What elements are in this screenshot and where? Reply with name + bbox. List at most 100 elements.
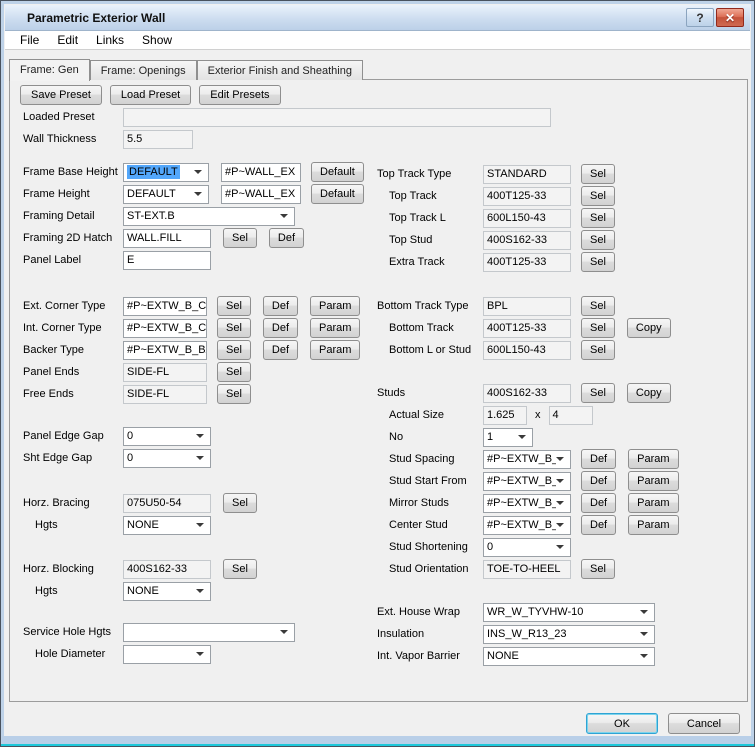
edit-presets-button[interactable]: Edit Presets	[199, 85, 280, 105]
horz-blocking-field[interactable]: 400S162-33	[123, 560, 211, 579]
studs-copy-button[interactable]: Copy	[627, 383, 671, 403]
studs-row: Studs 400S162-33 Sel Copy	[377, 382, 747, 404]
backer-def-button[interactable]: Def	[263, 340, 298, 360]
close-button[interactable]: ✕	[716, 8, 744, 27]
bottom-track-field[interactable]: 400T125-33	[483, 319, 571, 338]
stud-shortening-combo[interactable]: 0	[483, 538, 571, 557]
backer-param-button[interactable]: Param	[310, 340, 360, 360]
mirror-studs-combo[interactable]: #P~EXTW_B_	[483, 494, 571, 513]
frame-base-height-default-button[interactable]: Default	[311, 162, 364, 182]
bottom-l-or-stud-sel-button[interactable]: Sel	[581, 340, 615, 360]
top-stud-field[interactable]: 400S162-33	[483, 231, 571, 250]
ext-house-wrap-combo[interactable]: WR_W_TYVHW-10	[483, 603, 655, 622]
top-track-l-field[interactable]: 600L150-43	[483, 209, 571, 228]
actual-size-depth-field[interactable]: 4	[549, 406, 593, 425]
framing-2d-hatch-sel-button[interactable]: Sel	[223, 228, 257, 248]
bottom-track-type-sel-button[interactable]: Sel	[581, 296, 615, 316]
panel-ends-field[interactable]: SIDE-FL	[123, 363, 207, 382]
stud-start-from-combo[interactable]: #P~EXTW_B_	[483, 472, 571, 491]
tab-frame-gen[interactable]: Frame: Gen	[9, 59, 90, 81]
load-preset-button[interactable]: Load Preset	[110, 85, 191, 105]
center-stud-param-button[interactable]: Param	[628, 515, 678, 535]
int-corner-type-field[interactable]: #P~EXTW_B_CO	[123, 319, 207, 338]
frame-base-height-param-field[interactable]: #P~WALL_EX	[221, 163, 301, 182]
center-stud-def-button[interactable]: Def	[581, 515, 616, 535]
backer-sel-button[interactable]: Sel	[217, 340, 251, 360]
insulation-combo[interactable]: INS_W_R13_23	[483, 625, 655, 644]
save-preset-button[interactable]: Save Preset	[20, 85, 102, 105]
int-corner-def-button[interactable]: Def	[263, 318, 298, 338]
ext-corner-type-field[interactable]: #P~EXTW_B_CO	[123, 297, 207, 316]
top-track-sel-button[interactable]: Sel	[581, 186, 615, 206]
horz-bracing-hgts-combo[interactable]: NONE	[123, 516, 211, 535]
bottom-track-copy-button[interactable]: Copy	[627, 318, 671, 338]
framing-detail-combo[interactable]: ST-EXT.B	[123, 207, 295, 226]
horz-bracing-field[interactable]: 075U50-54	[123, 494, 211, 513]
stud-start-from-def-button[interactable]: Def	[581, 471, 616, 491]
extra-track-sel-button[interactable]: Sel	[581, 252, 615, 272]
service-hole-hgts-combo[interactable]	[123, 623, 295, 642]
center-stud-row: Center Stud #P~EXTW_B_ Def Param	[377, 514, 747, 536]
center-stud-combo[interactable]: #P~EXTW_B_	[483, 516, 571, 535]
stud-spacing-param-button[interactable]: Param	[628, 449, 678, 469]
tab-exterior-finish[interactable]: Exterior Finish and Sheathing	[197, 60, 363, 80]
stud-orientation-sel-button[interactable]: Sel	[581, 559, 615, 579]
top-stud-sel-button[interactable]: Sel	[581, 230, 615, 250]
framing-2d-hatch-field[interactable]: WALL.FILL	[123, 229, 211, 248]
top-track-l-row: Top Track L 600L150-43 Sel	[377, 207, 747, 229]
backer-type-field[interactable]: #P~EXTW_B_BA	[123, 341, 207, 360]
int-corner-param-button[interactable]: Param	[310, 318, 360, 338]
horz-blocking-hgts-combo[interactable]: NONE	[123, 582, 211, 601]
top-track-field[interactable]: 400T125-33	[483, 187, 571, 206]
right-column: Top Track Type STANDARD Sel Top Track 40…	[377, 163, 747, 667]
panel-label-label: Panel Label	[23, 254, 123, 266]
bottom-l-or-stud-field[interactable]: 600L150-43	[483, 341, 571, 360]
frame-height-default-button[interactable]: Default	[311, 184, 364, 204]
stud-spacing-combo[interactable]: #P~EXTW_B_	[483, 450, 571, 469]
stud-start-from-param-button[interactable]: Param	[628, 471, 678, 491]
no-combo[interactable]: 1	[483, 428, 533, 447]
horz-bracing-sel-button[interactable]: Sel	[223, 493, 257, 513]
menu-links[interactable]: Links	[87, 31, 133, 49]
frame-height-param-field[interactable]: #P~WALL_EX	[221, 185, 301, 204]
top-track-l-sel-button[interactable]: Sel	[581, 208, 615, 228]
menu-edit[interactable]: Edit	[48, 31, 87, 49]
menu-show[interactable]: Show	[133, 31, 181, 49]
int-vapor-barrier-combo[interactable]: NONE	[483, 647, 655, 666]
loaded-preset-field	[123, 108, 551, 127]
stud-spacing-def-button[interactable]: Def	[581, 449, 616, 469]
top-track-type-sel-button[interactable]: Sel	[581, 164, 615, 184]
free-ends-sel-button[interactable]: Sel	[217, 384, 251, 404]
extra-track-field[interactable]: 400T125-33	[483, 253, 571, 272]
mirror-studs-def-button[interactable]: Def	[581, 493, 616, 513]
panel-label-field[interactable]: E	[123, 251, 211, 270]
int-corner-sel-button[interactable]: Sel	[217, 318, 251, 338]
title-bar[interactable]: Parametric Exterior Wall ? ✕	[5, 5, 750, 31]
top-track-type-field[interactable]: STANDARD	[483, 165, 571, 184]
studs-field[interactable]: 400S162-33	[483, 384, 571, 403]
tab-frame-openings[interactable]: Frame: Openings	[90, 60, 197, 80]
bottom-track-type-field[interactable]: BPL	[483, 297, 571, 316]
ext-corner-param-button[interactable]: Param	[310, 296, 360, 316]
horz-blocking-sel-button[interactable]: Sel	[223, 559, 257, 579]
mirror-studs-param-button[interactable]: Param	[628, 493, 678, 513]
ext-corner-sel-button[interactable]: Sel	[217, 296, 251, 316]
studs-sel-button[interactable]: Sel	[581, 383, 615, 403]
help-button[interactable]: ?	[686, 8, 714, 27]
menu-file[interactable]: File	[11, 31, 48, 49]
sht-edge-gap-combo[interactable]: 0	[123, 449, 211, 468]
panel-ends-sel-button[interactable]: Sel	[217, 362, 251, 382]
ok-button[interactable]: OK	[586, 713, 658, 734]
bottom-track-sel-button[interactable]: Sel	[581, 318, 615, 338]
framing-2d-hatch-def-button[interactable]: Def	[269, 228, 304, 248]
hole-diameter-combo[interactable]	[123, 645, 211, 664]
free-ends-field[interactable]: SIDE-FL	[123, 385, 207, 404]
stud-orientation-field[interactable]: TOE-TO-HEEL	[483, 560, 571, 579]
frame-height-combo[interactable]: DEFAULT	[123, 185, 209, 204]
mirror-studs-row: Mirror Studs #P~EXTW_B_ Def Param	[377, 492, 747, 514]
ext-corner-def-button[interactable]: Def	[263, 296, 298, 316]
cancel-button[interactable]: Cancel	[668, 713, 740, 734]
panel-edge-gap-combo[interactable]: 0	[123, 427, 211, 446]
frame-base-height-combo[interactable]: DEFAULT	[123, 163, 209, 182]
actual-size-width-field[interactable]: 1.625	[483, 406, 527, 425]
